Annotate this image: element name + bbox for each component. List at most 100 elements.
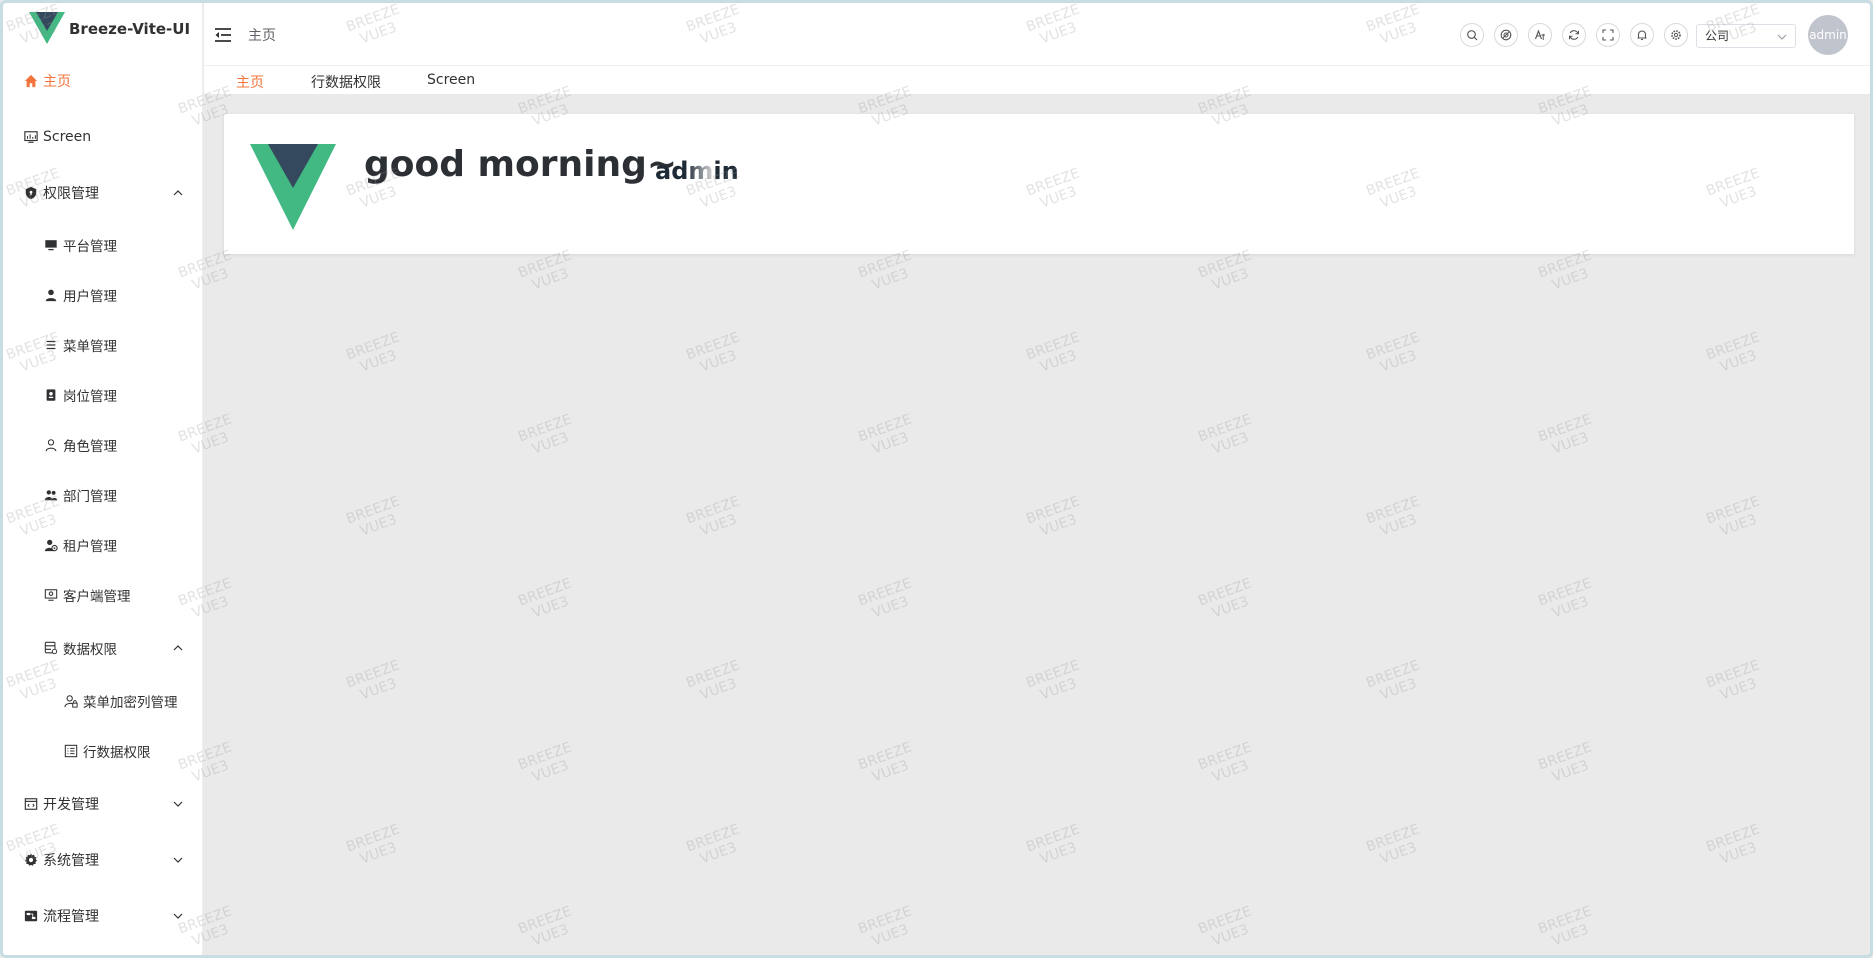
sidebar-item-menu[interactable]: 菜单管理 (3, 325, 203, 365)
watermark-text: BREEZE VUE3 (1196, 247, 1254, 294)
watermark-text: BREEZE VUE3 (516, 903, 574, 950)
watermark-text: BREEZE VUE3 (1704, 821, 1762, 868)
chevron-down-icon (1777, 34, 1787, 40)
sidebar-item-platform[interactable]: 平台管理 (3, 225, 203, 265)
tenant-select[interactable]: 公司 (1696, 24, 1796, 48)
desktop-icon (43, 237, 59, 253)
sidebar-item-screen[interactable]: Screen (3, 117, 203, 157)
watermark-text: BREEZE VUE3 (1704, 657, 1762, 704)
sidebar-item-label: 权限管理 (43, 186, 99, 202)
sidebar-item-dept[interactable]: 部门管理 (3, 475, 203, 515)
watermark-text: BREEZE VUE3 (856, 575, 914, 622)
watermark-text: BREEZE VUE3 (1536, 739, 1594, 786)
watermark-text: BREEZE VUE3 (1536, 411, 1594, 458)
users-icon (43, 487, 59, 503)
watermark-text: BREEZE VUE3 (1196, 739, 1254, 786)
sidebar-item-label: 部门管理 (63, 489, 117, 505)
greeting-fade (644, 154, 714, 194)
watermark-text: BREEZE VUE3 (516, 739, 574, 786)
avatar[interactable]: admin (1808, 15, 1848, 55)
vue-logo-icon (29, 12, 65, 44)
user-outline-icon (43, 437, 59, 453)
watermark-text: BREEZE VUE3 (1364, 821, 1422, 868)
database-icon (43, 640, 59, 656)
sidebar-item-role[interactable]: 角色管理 (3, 425, 203, 465)
greeting-text: good morning~ (364, 144, 678, 185)
sidebar-item-label: 流程管理 (43, 909, 99, 925)
sidebar-item-label: 行数据权限 (83, 745, 151, 761)
chevron-up-icon (173, 645, 183, 651)
watermark-text: BREEZE VUE3 (344, 821, 402, 868)
watermark-text: BREEZE VUE3 (1196, 575, 1254, 622)
tenant-select-value: 公司 (1705, 29, 1730, 43)
sidebar-item-post[interactable]: 岗位管理 (3, 375, 203, 415)
watermark-text: BREEZE VUE3 (344, 657, 402, 704)
app-logo[interactable]: Breeze-Vite-UI (3, 3, 202, 55)
sidebar-item-permission[interactable]: 权限管理 (3, 173, 203, 213)
watermark-text: BREEZE VUE3 (684, 493, 742, 540)
watermark-text: BREEZE VUE3 (856, 411, 914, 458)
welcome-card: good morning~ admin (224, 114, 1854, 254)
gear-icon (23, 852, 39, 868)
chevron-up-icon (173, 190, 183, 196)
list-doc-icon (63, 743, 79, 759)
watermark-text: BREEZE VUE3 (1364, 329, 1422, 376)
collapse-menu-icon[interactable] (214, 27, 232, 43)
sidebar-item-label: 菜单加密列管理 (83, 695, 178, 711)
sidebar-item-label: 数据权限 (63, 642, 117, 658)
shield-icon (23, 185, 39, 201)
client-icon (43, 587, 59, 603)
chevron-down-icon (173, 913, 183, 919)
sidebar-item-flow[interactable]: 流程管理 (3, 896, 203, 936)
bell-icon[interactable] (1630, 23, 1654, 47)
sidebar-item-label: Screen (43, 129, 92, 145)
watermark-text: BREEZE VUE3 (1364, 493, 1422, 540)
watermark-text: BREEZE VUE3 (856, 247, 914, 294)
watermark-text: BREEZE VUE3 (684, 657, 742, 704)
sidebar-item-home[interactable]: 主页 (3, 61, 203, 101)
user-gear-icon (43, 537, 59, 553)
sidebar-item-system[interactable]: 系统管理 (3, 840, 203, 880)
sidebar-item-dev[interactable]: 开发管理 (3, 784, 203, 824)
app-title: Breeze-Vite-UI (69, 20, 191, 38)
watermark-text: BREEZE VUE3 (1536, 903, 1594, 950)
sidebar-item-label: 客户端管理 (63, 589, 131, 605)
chevron-down-icon (173, 857, 183, 863)
fullscreen-icon[interactable] (1596, 23, 1620, 47)
sidebar-item-client[interactable]: 客户端管理 (3, 575, 203, 615)
watermark-text: BREEZE VUE3 (516, 575, 574, 622)
sidebar-item-menu-encrypt[interactable]: 菜单加密列管理 (3, 681, 203, 721)
breadcrumb[interactable]: 主页 (248, 25, 276, 45)
search-icon[interactable] (1460, 23, 1484, 47)
watermark-text: BREEZE VUE3 (1024, 821, 1082, 868)
refresh-icon[interactable] (1562, 23, 1586, 47)
watermark-text: BREEZE VUE3 (1536, 575, 1594, 622)
settings-icon[interactable] (1664, 23, 1688, 47)
watermark-text: BREEZE VUE3 (1024, 657, 1082, 704)
theme-icon[interactable] (1494, 23, 1518, 47)
sidebar-item-row-data[interactable]: 行数据权限 (3, 731, 203, 771)
watermark-text: BREEZE VUE3 (856, 903, 914, 950)
watermark-text: BREEZE VUE3 (856, 739, 914, 786)
watermark-text: BREEZE VUE3 (516, 247, 574, 294)
sidebar-item-label: 主页 (43, 74, 71, 90)
tab-row-data-permission[interactable]: 行数据权限 (311, 72, 381, 92)
watermark-text: BREEZE VUE3 (1536, 247, 1594, 294)
menu-list-icon (43, 337, 59, 353)
sidebar-item-tenant[interactable]: 租户管理 (3, 525, 203, 565)
sidebar-item-label: 角色管理 (63, 439, 117, 455)
tab-home[interactable]: 主页 (236, 72, 264, 92)
tab-screen[interactable]: Screen (427, 72, 475, 88)
watermark-text: BREEZE VUE3 (1024, 493, 1082, 540)
translate-icon[interactable] (1528, 23, 1552, 47)
sidebar-item-label: 平台管理 (63, 239, 117, 255)
avatar-text: admin (1809, 28, 1847, 42)
sidebar-item-user[interactable]: 用户管理 (3, 275, 203, 315)
sidebar-item-label: 用户管理 (63, 289, 117, 305)
sidebar-item-data-permission[interactable]: 数据权限 (3, 628, 203, 668)
vue-logo-icon (250, 144, 336, 230)
watermark-text: BREEZE VUE3 (1024, 329, 1082, 376)
watermark-text: BREEZE VUE3 (1704, 329, 1762, 376)
watermark-text: BREEZE VUE3 (1196, 411, 1254, 458)
header-toolbar (1460, 23, 1688, 47)
